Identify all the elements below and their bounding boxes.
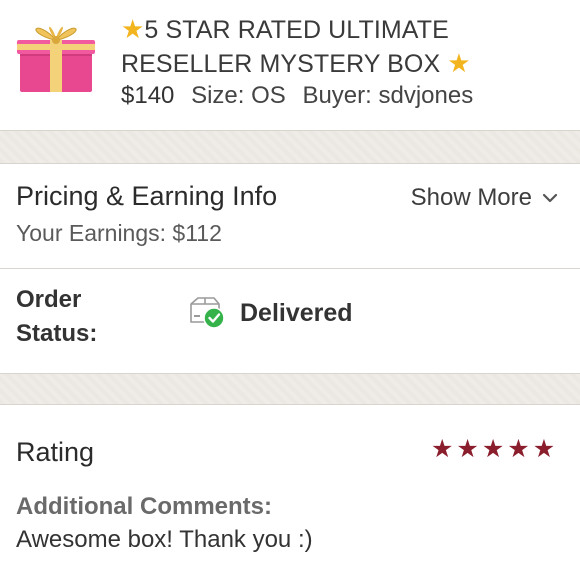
star-rating: ★ ★ ★ ★ ★: [431, 435, 555, 463]
order-status: Delivered: [188, 296, 353, 330]
listing-title-text: 5 STAR RATED ULTIMATE RESELLER MYSTERY B…: [121, 16, 449, 78]
chevron-down-icon: [542, 193, 558, 203]
pricing-section: Pricing & Earning Info Your Earnings: $1…: [0, 164, 580, 269]
listing-size: Size: OS: [191, 82, 286, 109]
listing-price: $140: [121, 82, 175, 109]
show-more-button[interactable]: Show More: [411, 184, 558, 212]
pricing-heading: Pricing & Earning Info: [16, 181, 278, 211]
rating-section: Rating ★ ★ ★ ★ ★ Additional Comments: Awesom…: [0, 405, 580, 583]
listing-buyer: Buyer: sdvjones: [302, 82, 474, 109]
star-icon: ★: [481, 435, 505, 463]
gift-box-icon[interactable]: [16, 14, 96, 94]
comments-label: Additional Comments:: [16, 493, 272, 520]
star-icon: ★: [121, 14, 145, 44]
star-icon: ★: [532, 435, 556, 463]
section-divider: [0, 130, 580, 164]
star-icon: ★: [456, 435, 479, 463]
listing-meta: $140 Size: OS Buyer: sdvjones: [121, 82, 483, 110]
order-status-section: Order Status: Delivered: [0, 269, 580, 373]
listing-summary[interactable]: ★5 STAR RATED ULTIMATE RESELLER MYSTERY …: [0, 0, 580, 130]
order-status-label: Order Status:: [16, 286, 98, 347]
listing-title[interactable]: ★5 STAR RATED ULTIMATE RESELLER MYSTERY …: [121, 13, 566, 81]
star-icon: ★: [431, 435, 454, 463]
star-icon: ★: [447, 48, 471, 78]
show-more-label: Show More: [410, 184, 532, 211]
order-status-value: Delivered: [240, 298, 353, 327]
comments-text: Awesome box! Thank you :): [16, 526, 313, 553]
star-icon: ★: [507, 435, 530, 463]
section-divider: [0, 373, 580, 405]
earnings-text: Your Earnings: $112: [16, 220, 222, 246]
rating-heading: Rating: [16, 437, 95, 467]
delivered-box-check-icon: [190, 297, 225, 329]
